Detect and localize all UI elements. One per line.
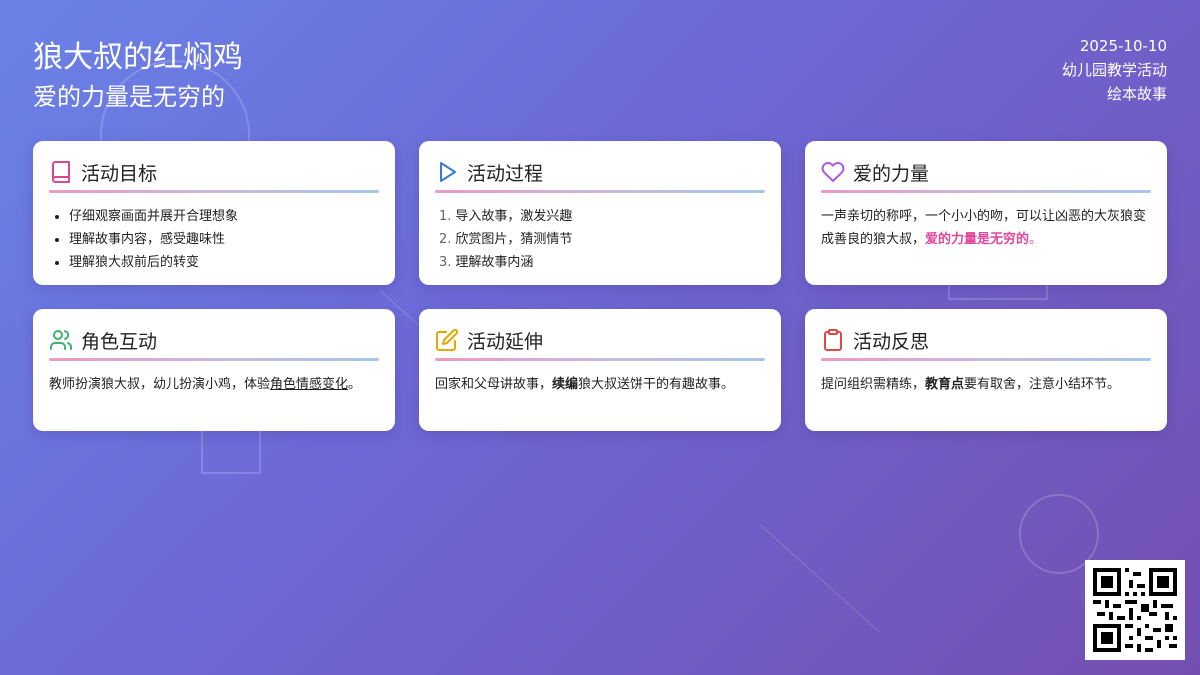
- card-reflection: 活动反思 提问组织需精练，教育点要有取舍，注意小结环节。: [805, 309, 1167, 431]
- step-number: 3.: [439, 255, 452, 270]
- step-text: 欣赏图片，猜测情节: [455, 232, 573, 247]
- card-header: 活动延伸: [435, 325, 765, 355]
- card-header: 活动过程: [435, 157, 765, 187]
- card-extension: 活动延伸 回家和父母讲故事，续编狼大叔送饼干的有趣故事。: [419, 309, 781, 431]
- card-love: 爱的力量 一声亲切的称呼，一个小小的吻，可以让凶恶的大灰狼变成善良的狼大叔，爱的…: [805, 141, 1167, 285]
- meta-category: 幼儿园教学活动: [1061, 61, 1167, 79]
- card-goals: 活动目标 仔细观察画面并展开合理想象 理解故事内容，感受趣味性 理解狼大叔前后的…: [33, 141, 395, 285]
- divider: [49, 358, 379, 361]
- page-title: 狼大叔的红焖鸡: [33, 40, 243, 75]
- clipboard-icon: [821, 328, 845, 352]
- underlined-text: 角色情感变化: [270, 377, 349, 392]
- roles-text: 教师扮演狼大叔，幼儿扮演小鸡，体验角色情感变化。: [49, 373, 379, 396]
- list-item: 仔细观察画面并展开合理想象: [69, 205, 379, 228]
- highlight-text: 爱的力量是无穷的: [925, 232, 1030, 247]
- card-header: 活动目标: [49, 157, 379, 187]
- extension-text: 回家和父母讲故事，续编狼大叔送饼干的有趣故事。: [435, 373, 765, 396]
- step-number: 2.: [439, 232, 452, 247]
- list-item: 1. 导入故事，激发兴趣: [439, 205, 765, 228]
- card-title: 活动反思: [853, 330, 930, 353]
- step-text: 理解故事内涵: [455, 255, 534, 270]
- text-segment: 教师扮演狼大叔，幼儿扮演小鸡，体验: [49, 377, 271, 392]
- qr-code-icon[interactable]: [1085, 560, 1185, 660]
- divider: [49, 190, 379, 193]
- meta-type: 绘本故事: [1106, 85, 1167, 103]
- card-title: 活动过程: [467, 162, 544, 185]
- process-list: 1. 导入故事，激发兴趣 2. 欣赏图片，猜测情节 3. 理解故事内涵: [435, 205, 765, 274]
- goals-list: 仔细观察画面并展开合理想象 理解故事内容，感受趣味性 理解狼大叔前后的转变: [49, 205, 379, 274]
- card-title: 爱的力量: [853, 162, 930, 185]
- divider: [821, 358, 1151, 361]
- card-title: 活动延伸: [467, 330, 544, 353]
- heart-icon: [821, 160, 845, 184]
- meta-date: 2025-10-10: [1079, 37, 1167, 55]
- bold-text: 教育点: [925, 377, 965, 392]
- text-segment: 回家和父母讲故事，: [435, 377, 553, 392]
- text-segment: 要有取舍，注意小结环节。: [964, 377, 1121, 392]
- edit-icon: [435, 328, 459, 352]
- text-segment: 。: [1029, 232, 1043, 247]
- book-icon: [49, 160, 73, 184]
- reflection-text: 提问组织需精练，教育点要有取舍，注意小结环节。: [821, 373, 1151, 396]
- step-number: 1.: [439, 209, 452, 224]
- card-title: 角色互动: [81, 330, 158, 353]
- text-segment: 狼大叔送饼干的有趣故事。: [578, 377, 735, 392]
- decor-line: [759, 524, 880, 632]
- users-icon: [49, 328, 73, 352]
- divider: [435, 190, 765, 193]
- list-item: 理解狼大叔前后的转变: [69, 251, 379, 274]
- list-item: 3. 理解故事内涵: [439, 251, 765, 274]
- bold-text: 续编: [552, 377, 579, 392]
- play-icon: [435, 160, 459, 184]
- card-process: 活动过程 1. 导入故事，激发兴趣 2. 欣赏图片，猜测情节 3. 理解故事内涵: [419, 141, 781, 285]
- card-header: 活动反思: [821, 325, 1151, 355]
- list-item: 2. 欣赏图片，猜测情节: [439, 228, 765, 251]
- love-text: 一声亲切的称呼，一个小小的吻，可以让凶恶的大灰狼变成善良的狼大叔，爱的力量是无穷…: [821, 205, 1151, 251]
- step-text: 导入故事，激发兴趣: [455, 209, 573, 224]
- card-header: 角色互动: [49, 325, 379, 355]
- text-segment: 提问组织需精练，: [821, 377, 926, 392]
- card-title: 活动目标: [81, 162, 158, 185]
- meta-info: 2025-10-10 幼儿园教学活动 绘本故事: [1062, 34, 1167, 106]
- card-header: 爱的力量: [821, 157, 1151, 187]
- card-roles: 角色互动 教师扮演狼大叔，幼儿扮演小鸡，体验角色情感变化。: [33, 309, 395, 431]
- divider: [821, 190, 1151, 193]
- list-item: 理解故事内容，感受趣味性: [69, 228, 379, 251]
- text-segment: 。: [348, 377, 362, 392]
- divider: [435, 358, 765, 361]
- page-subtitle: 爱的力量是无穷的: [33, 83, 225, 111]
